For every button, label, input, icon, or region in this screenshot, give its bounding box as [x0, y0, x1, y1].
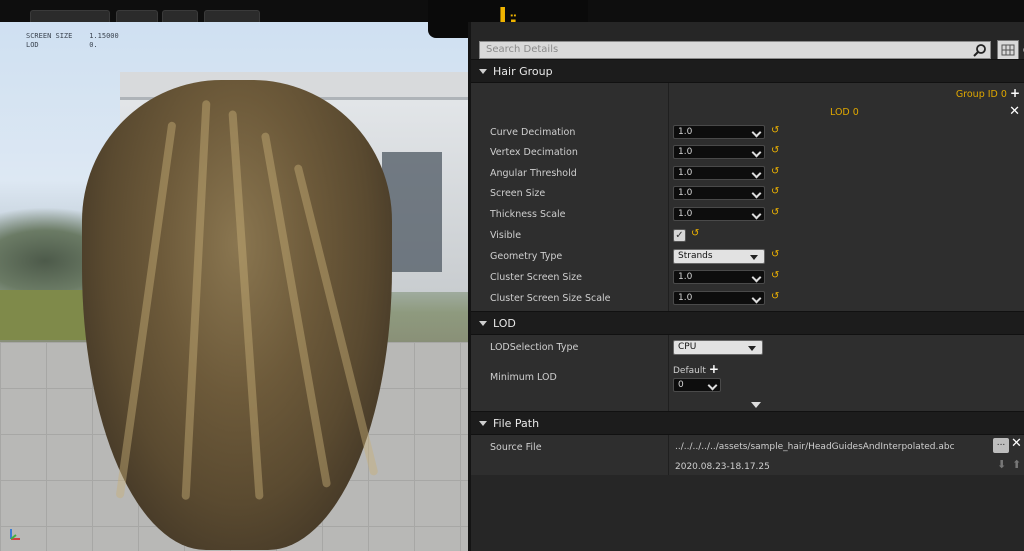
chevron-down-icon: [750, 255, 758, 260]
hair-group-header[interactable]: Hair Group: [471, 59, 1024, 83]
clear-path-icon[interactable]: ✕: [1011, 436, 1022, 451]
geometry-type-select[interactable]: Strands: [673, 249, 765, 264]
reset-icon[interactable]: ↺: [771, 292, 779, 302]
lod-0-label: LOD 0: [830, 107, 859, 118]
remove-lod-icon[interactable]: ✕: [1009, 104, 1020, 119]
add-override-icon[interactable]: +: [709, 362, 719, 376]
collapse-arrow-icon: [479, 320, 487, 326]
vertex-decimation-input[interactable]: 1.0: [673, 145, 765, 159]
details-panel: Search Details Hair Group Group ID 0 + LO…: [468, 22, 1024, 551]
reset-icon[interactable]: ↺: [771, 208, 779, 218]
cluster-screen-size-input[interactable]: 1.0: [673, 270, 765, 284]
reset-icon[interactable]: ↺: [771, 126, 779, 136]
arrow-down-icon[interactable]: ⬇: [997, 458, 1006, 471]
vertex-decimation-row: Vertex Decimation 1.0 ↺: [490, 145, 780, 159]
reset-icon[interactable]: ↺: [771, 187, 779, 197]
collapse-arrow-icon: [479, 68, 487, 74]
property-matrix-button[interactable]: [997, 40, 1019, 60]
details-search-row: Search Details: [479, 38, 1024, 60]
group-id-label: Group ID 0 +: [955, 86, 1020, 100]
reset-icon[interactable]: ↺: [771, 250, 779, 260]
lod-header[interactable]: LOD: [471, 311, 1024, 335]
angular-threshold-input[interactable]: 1.0: [673, 166, 765, 180]
minimum-lod-row: Minimum LOD Default + 0: [471, 362, 1024, 392]
screen-size-row: Screen Size 1.0 ↺: [490, 186, 780, 200]
axis-gizmo-icon: [10, 529, 20, 540]
viewport[interactable]: SCREEN SIZE 1.15000 LOD 0.: [0, 22, 468, 551]
minimum-lod-input[interactable]: 0: [673, 378, 721, 392]
grid-icon: [1001, 44, 1015, 56]
curve-decimation-row: Curve Decimation 1.0 ↺: [490, 125, 780, 139]
add-group-icon[interactable]: +: [1010, 86, 1020, 100]
lod-selection-type-row: LODSelection Type CPU: [471, 338, 1024, 358]
reset-icon[interactable]: ↺: [691, 229, 699, 239]
arrow-up-icon[interactable]: ⬆: [1012, 458, 1021, 471]
cluster-screen-size-scale-row: Cluster Screen Size Scale 1.0 ↺: [490, 291, 780, 305]
reset-icon[interactable]: ↺: [771, 271, 779, 281]
geometry-type-row: Geometry Type Strands ↺: [490, 249, 780, 264]
curve-decimation-input[interactable]: 1.0: [673, 125, 765, 139]
screen-size-input[interactable]: 1.0: [673, 186, 765, 200]
thickness-scale-row: Thickness Scale 1.0 ↺: [490, 207, 780, 221]
search-input[interactable]: Search Details: [479, 41, 991, 59]
hair-model[interactable]: [82, 80, 392, 550]
file-path-header[interactable]: File Path: [471, 411, 1024, 435]
browse-button[interactable]: ...: [993, 438, 1009, 453]
lod-selection-type-select[interactable]: CPU: [673, 340, 763, 355]
reset-icon[interactable]: ↺: [771, 146, 779, 156]
thickness-scale-input[interactable]: 1.0: [673, 207, 765, 221]
cluster-screen-size-scale-input[interactable]: 1.0: [673, 291, 765, 305]
angular-threshold-row: Angular Threshold 1.0 ↺: [490, 166, 780, 180]
source-file-timestamp: 2020.08.23-18.17.25: [675, 462, 770, 472]
visible-checkbox[interactable]: ✓: [673, 229, 686, 242]
default-label: Default +: [673, 362, 719, 376]
cluster-screen-size-row: Cluster Screen Size 1.0 ↺: [490, 270, 780, 284]
expand-advanced-icon[interactable]: [751, 402, 761, 408]
collapse-arrow-icon: [479, 420, 487, 426]
visible-row: Visible ✓ ↺: [490, 228, 700, 242]
reset-icon[interactable]: ↺: [771, 167, 779, 177]
source-file-path: ../../../../../assets/sample_hair/HeadGu…: [675, 442, 955, 452]
search-icon[interactable]: [973, 43, 987, 57]
viewport-stats: SCREEN SIZE 1.15000 LOD 0.: [26, 32, 119, 49]
chevron-down-icon: [748, 346, 756, 351]
